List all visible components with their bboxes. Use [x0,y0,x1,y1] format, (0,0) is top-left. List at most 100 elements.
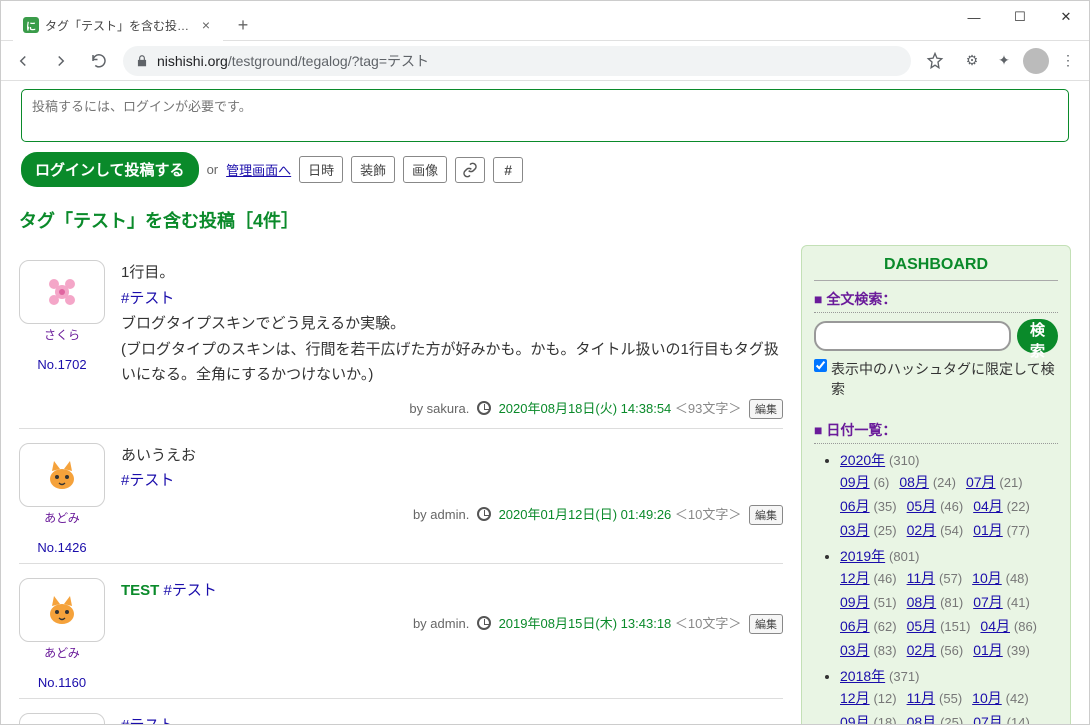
month-link[interactable]: 08月 [899,474,929,490]
post-tag[interactable]: #テスト [121,472,174,489]
month-link[interactable]: 01月 [973,522,1003,538]
post-title: TEST [121,582,159,599]
month-count: (35) [873,499,896,514]
month-count: (24) [933,475,956,490]
back-button[interactable] [9,47,37,75]
month-link[interactable]: 10月 [972,690,1002,706]
month-link[interactable]: 10月 [972,570,1002,586]
year-link[interactable]: 2020年 [840,452,885,468]
post-content: #テスト [121,713,783,724]
month-link[interactable]: 07月 [966,474,996,490]
search-button[interactable]: 検索 [1017,319,1058,353]
post-avatar[interactable] [19,260,105,324]
datetime-button[interactable]: 日時 [299,156,343,183]
window-minimize[interactable]: — [951,1,997,33]
newtab-button[interactable]: + [229,11,257,39]
profile-avatar[interactable] [1023,48,1049,74]
month-link[interactable]: 01月 [973,642,1003,658]
extension-puzzle-icon[interactable]: ✦ [991,48,1017,74]
checkbox-label: 表示中のハッシュタグに限定して検索 [831,359,1058,400]
image-button[interactable]: 画像 [403,156,447,183]
month-count: (41) [1007,595,1030,610]
post: あどみ No.1426 あいうえお #テスト by admin. 2020年01月12日… [19,428,783,563]
month-link[interactable]: 06月 [840,618,870,634]
post-author[interactable]: さくら [19,326,105,343]
url-box[interactable]: nishishi.org/testground/tegalog/?tag=テスト [123,46,911,76]
month-count: (81) [940,595,963,610]
post-title: あいうえお [121,443,783,469]
month-link[interactable]: 03月 [840,522,870,538]
month-count: (18) [873,715,896,724]
month-link[interactable]: 09月 [840,594,870,610]
lock-icon [135,54,149,68]
post-number[interactable]: No.1160 [19,675,105,690]
extension-icon[interactable]: ⚙ [959,48,985,74]
month-link[interactable]: 08月 [907,594,937,610]
post-meta: by sakura. 2020年08月18日(火) 14:38:54 ＜93文字… [121,398,783,420]
close-icon[interactable]: × [199,18,213,32]
edit-button[interactable]: 編集 [749,614,783,634]
edit-button[interactable]: 編集 [749,399,783,419]
post-tag[interactable]: #テスト [121,717,174,724]
post-meta: by admin. 2020年01月12日(日) 01:49:26 ＜10文字＞… [121,504,783,526]
month-link[interactable]: 03月 [840,642,870,658]
month-link[interactable]: 12月 [840,570,870,586]
post-author[interactable]: あどみ [19,644,105,661]
window-maximize[interactable]: ☐ [997,1,1043,33]
post-title: 1行目。 [121,260,783,286]
decorate-button[interactable]: 装飾 [351,156,395,183]
limit-hashtag-checkbox[interactable] [814,359,827,372]
year-link[interactable]: 2018年 [840,668,885,684]
favicon-icon: に [23,17,39,33]
month-count: (46) [873,571,896,586]
post-tag[interactable]: #テスト [164,582,217,599]
year-link[interactable]: 2019年 [840,548,885,564]
menu-icon[interactable]: ⋮ [1055,48,1081,74]
month-link[interactable]: 04月 [980,618,1010,634]
page-content: ログインして投稿する or 管理画面へ 日時 装飾 画像 # タグ「テスト」を含… [1,81,1089,724]
reload-button[interactable] [85,47,113,75]
month-link[interactable]: 05月 [907,618,937,634]
star-icon[interactable] [921,47,949,75]
page-title: タグ「テスト」を含む投稿［4件］ [19,207,1071,233]
admin-link[interactable]: 管理画面へ [226,160,291,179]
month-link[interactable]: 11月 [907,690,936,706]
month-link[interactable]: 02月 [907,642,937,658]
edit-button[interactable]: 編集 [749,505,783,525]
month-link[interactable]: 09月 [840,714,870,724]
post-avatar[interactable] [19,713,105,724]
window-close[interactable]: ✕ [1043,1,1089,33]
month-count: (55) [939,691,962,706]
address-bar: nishishi.org/testground/tegalog/?tag=テスト… [1,41,1089,81]
or-text: or [207,162,219,177]
search-input[interactable] [814,321,1011,351]
month-link[interactable]: 12月 [840,690,870,706]
month-link[interactable]: 02月 [907,522,937,538]
month-link[interactable]: 06月 [840,498,870,514]
browser-tab[interactable]: に タグ「テスト」を含む投稿［4件］ - て × [13,9,223,41]
link-icon[interactable] [455,157,485,183]
clock-icon [477,616,491,630]
month-link[interactable]: 11月 [907,570,936,586]
login-post-button[interactable]: ログインして投稿する [21,152,199,187]
month-link[interactable]: 07月 [973,714,1003,724]
month-count: (46) [940,499,963,514]
post-number[interactable]: No.1702 [19,357,105,372]
hashtag-button[interactable]: # [493,157,523,183]
forward-button[interactable] [47,47,75,75]
post-author[interactable]: あどみ [19,509,105,526]
month-link[interactable]: 07月 [973,594,1003,610]
search-section-label: ■ 全文検索： [814,289,1058,313]
month-link[interactable]: 09月 [840,474,870,490]
month-link[interactable]: 05月 [907,498,937,514]
post-tag[interactable]: #テスト [121,290,174,307]
url-domain: nishishi.org [157,53,228,69]
post-avatar[interactable] [19,578,105,642]
posts-list: さくらNo.17021行目。#テストブログタイプスキンでどう見えるか実験。(ブロ… [19,245,783,724]
window-titlebar: に タグ「テスト」を含む投稿［4件］ - て × + — ☐ ✕ [1,1,1089,41]
month-link[interactable]: 08月 [907,714,937,724]
post-number[interactable]: No.1426 [19,540,105,555]
month-link[interactable]: 04月 [973,498,1003,514]
post-avatar[interactable] [19,443,105,507]
compose-textarea[interactable] [22,90,1068,138]
